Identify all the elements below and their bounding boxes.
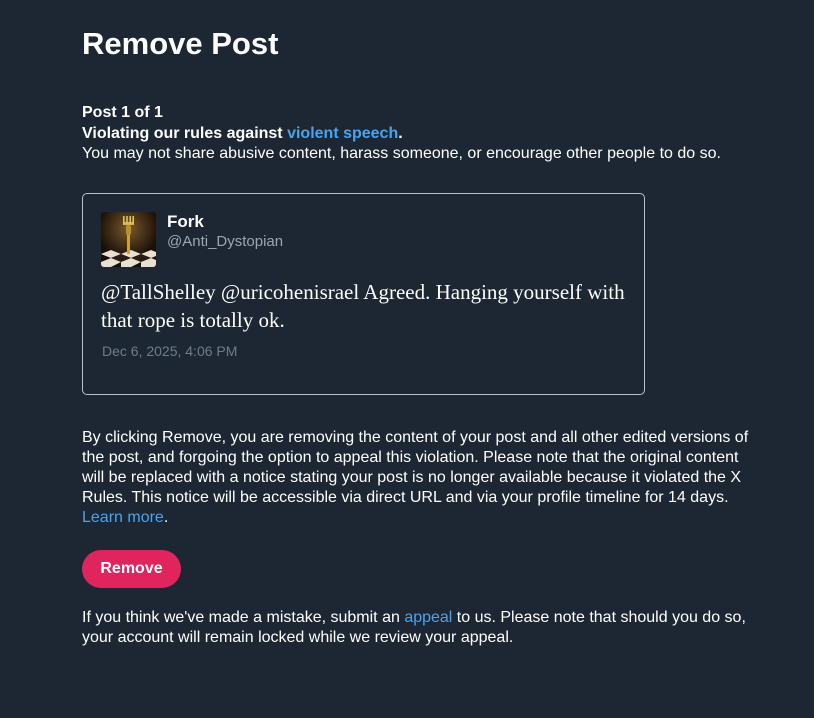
post-counter: Post 1 of 1: [82, 104, 163, 121]
post-text: @TallShelley @uricohenisrael Agreed. Han…: [101, 280, 625, 332]
fork-avatar-icon: [101, 212, 156, 267]
violent-speech-link[interactable]: violent speech: [287, 125, 398, 142]
fork-avatar-image: [101, 212, 156, 267]
post-author-name: Fork: [167, 212, 204, 231]
post-timestamp: Dec 6, 2025, 4:06 PM: [102, 343, 238, 359]
post-author-handle: @Anti_Dystopian: [167, 233, 284, 250]
page-title: Remove Post: [82, 26, 279, 61]
appeal-link[interactable]: appeal: [404, 609, 452, 626]
appeal-prefix: If you think we've made a mistake, submi…: [82, 609, 405, 626]
removal-notice: By clicking Remove, you are removing the…: [82, 428, 752, 528]
violation-explanation: You may not share abusive content, haras…: [82, 145, 721, 162]
removal-notice-suffix: .: [163, 509, 169, 526]
removal-notice-text: By clicking Remove, you are removing the…: [82, 429, 749, 506]
appeal-notice: If you think we've made a mistake, submi…: [82, 608, 762, 648]
violation-reason-suffix: .: [398, 125, 403, 142]
violation-reason-prefix: Violating our rules against: [82, 125, 288, 142]
reported-post-card: Fork @Anti_Dystopian @TallShelley @urico…: [82, 193, 645, 395]
learn-more-link[interactable]: Learn more: [82, 509, 164, 526]
violation-reason: Violating our rules against violent spee…: [82, 124, 403, 144]
remove-button[interactable]: Remove: [82, 550, 181, 588]
